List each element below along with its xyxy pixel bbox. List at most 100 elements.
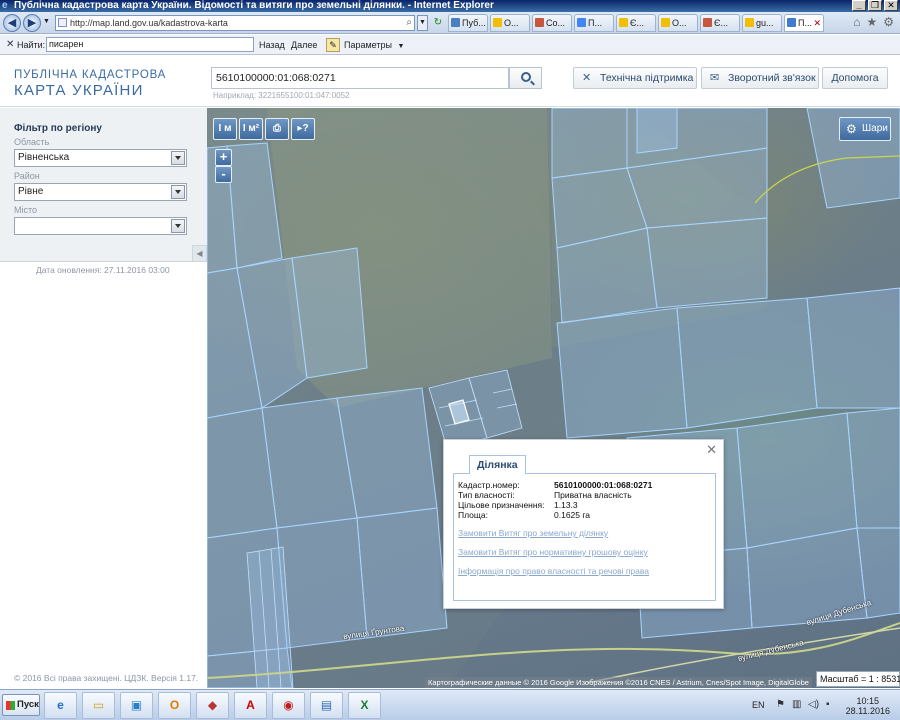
find-input[interactable]: писарен <box>46 37 254 52</box>
clock[interactable]: 10:15 28.11.2016 <box>846 696 890 716</box>
tab-favicon-icon <box>577 18 586 27</box>
find-params-button[interactable]: ✎ Параметры ▼ <box>326 37 404 53</box>
chevron-down-icon: ▼ <box>397 43 405 50</box>
update-date: Дата оновлення: 27.11.2016 03:00 <box>36 265 170 275</box>
zoom-out-button[interactable]: - <box>215 166 232 183</box>
collapse-panel-icon[interactable]: ◀ <box>192 245 207 262</box>
region-select[interactable]: Рівненська <box>14 149 187 167</box>
browser-tab[interactable]: П... <box>574 14 614 32</box>
minimize-icon[interactable]: _ <box>852 0 866 11</box>
taskbar-app-icon[interactable]: ▤ <box>310 692 343 719</box>
cadastre-search-input[interactable]: 5610100000:01:068:0271 <box>211 67 509 89</box>
start-button[interactable]: Пуск <box>2 694 40 716</box>
order-valuation-extract-link[interactable]: Замовити Витяг про нормативну грошову оц… <box>458 547 648 557</box>
taskbar-apps: e ▭ ▣ O ◆ A ◉ ▤ X <box>44 692 381 719</box>
taskbar-app-icon[interactable]: ◆ <box>196 692 229 719</box>
logo-line2[interactable]: КАРТА УКРАЇНИ <box>14 82 144 99</box>
system-tray: EN ⚑ ▥ ◁) ▪ 10:15 28.11.2016 <box>740 690 900 720</box>
browser-tab[interactable]: Є... <box>616 14 656 32</box>
identify-icon[interactable]: ▸? <box>291 118 315 140</box>
window-controls: _ ❐ ✕ <box>852 0 898 11</box>
refresh-icon[interactable]: ↻ <box>431 15 445 31</box>
detail-row: Цільове призначення: 1.13.3 <box>458 500 578 510</box>
feedback-button[interactable]: ✉ Зворотний зв'язок <box>701 67 819 89</box>
tab-strip: Пуб... О... Со... П... Є... О... Є... gu... П...… <box>448 14 824 33</box>
taskbar-app-icon[interactable]: ◉ <box>272 692 305 719</box>
find-close-icon[interactable]: ✕ <box>6 39 14 50</box>
taskbar-app-icon[interactable]: ▣ <box>120 692 153 719</box>
browser-tab[interactable]: gu... <box>742 14 782 32</box>
logo-line1[interactable]: ПУБЛІЧНА КАДАСТРОВА <box>14 69 166 81</box>
parcel-details: Кадастр.номер: 5610100000:01:068:0271 Тип… <box>453 473 716 601</box>
browser-tab[interactable]: О... <box>490 14 530 32</box>
find-next-button[interactable]: Далее <box>291 40 317 50</box>
close-window-icon[interactable]: ✕ <box>884 0 898 11</box>
taskbar-app-icon[interactable]: A <box>234 692 267 719</box>
address-search-icon[interactable]: ⌕ <box>406 16 412 30</box>
browser-tab[interactable]: П... ✕ <box>784 14 824 32</box>
ownership-info-link[interactable]: Інформація про право власності та речові… <box>458 566 649 576</box>
region-filter: Фільтр по регіону Область Рівненська Рай… <box>0 108 207 262</box>
tab-favicon-icon <box>703 18 712 27</box>
restore-icon[interactable]: ❐ <box>868 0 882 11</box>
order-parcel-extract-link[interactable]: Замовити Витяг про земельну ділянку <box>458 528 608 538</box>
layers-button[interactable]: ⚙ Шари <box>839 117 891 141</box>
tab-favicon-icon <box>661 18 670 27</box>
city-select[interactable] <box>14 217 187 235</box>
browser-tab[interactable]: Є... <box>700 14 740 32</box>
browser-tab[interactable]: Пуб... <box>448 14 488 32</box>
district-select[interactable]: Рівне <box>14 183 187 201</box>
tab-favicon-icon <box>451 18 460 27</box>
back-icon[interactable]: ◀ <box>3 14 21 32</box>
copyright: © 2016 Всі права захищені. ЦДЗК. Версія … <box>14 673 199 683</box>
taskbar: Пуск e ▭ ▣ O ◆ A ◉ ▤ X EN ⚑ ▥ ◁) ▪ 10:15 28.11.2… <box>0 689 900 720</box>
close-tab-icon[interactable]: ✕ <box>813 15 821 31</box>
taskbar-app-icon[interactable]: e <box>44 692 77 719</box>
tab-favicon-icon <box>619 18 628 27</box>
favorites-icon[interactable]: ★ <box>866 15 877 29</box>
chevron-down-icon <box>171 219 185 233</box>
home-icon[interactable]: ⌂ <box>853 15 860 29</box>
find-label: Найти: <box>17 40 46 50</box>
taskbar-app-icon[interactable]: O <box>158 692 191 719</box>
network-icon[interactable]: ▥ <box>792 699 801 710</box>
help-button[interactable]: Допомога <box>822 67 888 89</box>
history-dropdown-icon[interactable]: ▼ <box>43 18 50 25</box>
tools-gear-icon[interactable]: ⚙ <box>883 15 894 29</box>
close-icon[interactable]: ✕ <box>706 443 717 456</box>
tab-favicon-icon <box>745 18 754 27</box>
browser-tab[interactable]: О... <box>658 14 698 32</box>
gear-icon: ⚙ <box>846 122 857 136</box>
url-input[interactable]: http://map.land.gov.ua/kadastrova-karta … <box>55 15 415 31</box>
volume-icon[interactable]: ◁) <box>808 699 819 710</box>
tab-favicon-icon <box>493 18 502 27</box>
map-scale: Масштаб = 1 : 8531 <box>816 671 900 687</box>
browser-tab[interactable]: Со... <box>532 14 572 32</box>
tray-app-icon[interactable]: ▪ <box>826 699 830 710</box>
forward-icon[interactable]: ▶ <box>23 14 41 32</box>
find-prev-button[interactable]: Назад <box>259 40 285 50</box>
taskbar-app-icon[interactable]: ▭ <box>82 692 115 719</box>
tab-favicon-icon <box>535 18 544 27</box>
windows-logo-icon <box>6 701 15 710</box>
measure-area-icon[interactable]: I м² <box>239 118 263 140</box>
detail-row: Кадастр.номер: 5610100000:01:068:0271 <box>458 480 653 490</box>
find-bar: ✕ Найти: писарен Назад Далее ✎ Параметры… <box>0 35 900 55</box>
tab-parcel[interactable]: Ділянка <box>469 455 526 474</box>
search-button[interactable] <box>509 67 542 89</box>
zoom-in-button[interactable]: + <box>215 149 232 166</box>
tools-icon: ✕ <box>582 72 592 84</box>
url-dropdown-icon[interactable]: ▼ <box>417 15 428 31</box>
language-indicator[interactable]: EN <box>752 700 765 710</box>
action-center-icon[interactable]: ⚑ <box>776 699 785 710</box>
page-icon <box>58 18 67 27</box>
print-icon[interactable]: ⎙ <box>265 118 289 140</box>
ie-icon: e <box>2 0 8 11</box>
chevron-down-icon <box>171 151 185 165</box>
support-button[interactable]: ✕ Технічна підтримка <box>573 67 697 89</box>
site-header: ПУБЛІЧНА КАДАСТРОВА КАРТА УКРАЇНИ 561010… <box>0 55 900 107</box>
browser-tools: ⌂ ★ ⚙ <box>853 15 894 29</box>
address-bar: ◀ ▶ ▼ http://map.land.gov.ua/kadastrova-… <box>0 12 900 34</box>
taskbar-app-icon[interactable]: X <box>348 692 381 719</box>
measure-distance-icon[interactable]: I м <box>213 118 237 140</box>
